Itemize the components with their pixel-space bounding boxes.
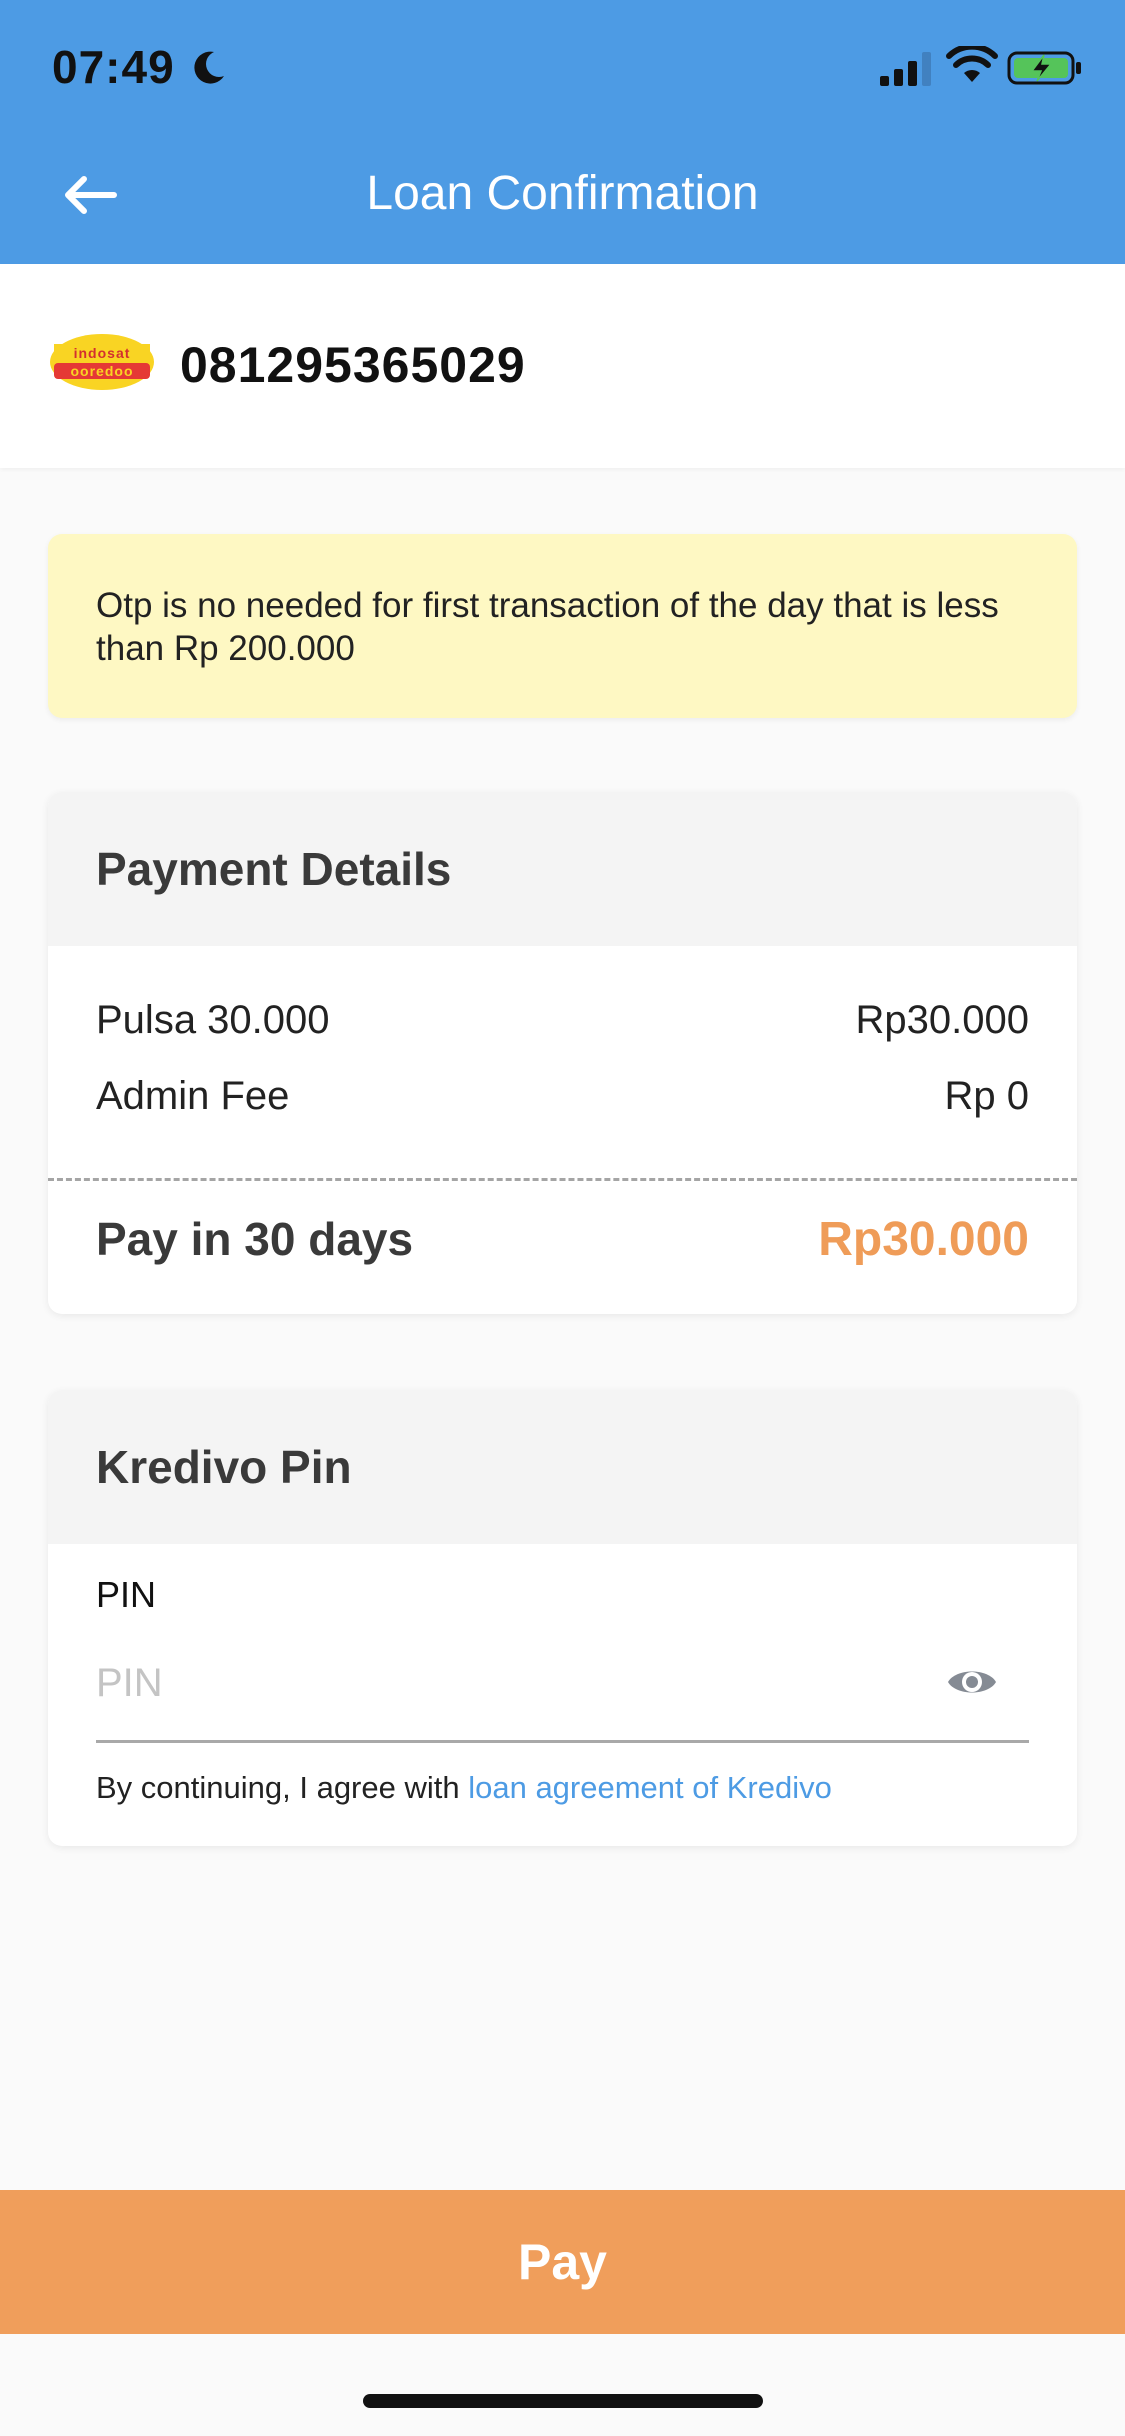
pay-button[interactable]: Pay — [0, 2190, 1125, 2334]
wifi-icon — [946, 46, 998, 82]
loan-agreement-link[interactable]: loan agreement of Kredivo — [468, 1770, 832, 1805]
agreement-prefix: By continuing, I agree with — [96, 1770, 469, 1805]
pin-input-underline — [96, 1740, 1029, 1743]
pin-label: PIN — [96, 1574, 157, 1615]
detail-label: Admin Fee — [96, 1074, 290, 1118]
page-title: Loan Confirmation — [366, 167, 759, 220]
svg-text:ooredoo: ooredoo — [71, 363, 134, 379]
app-header: 07:49 Loan Confirmation — [0, 0, 1125, 264]
dashed-divider — [48, 1178, 1077, 1181]
pin-input[interactable] — [96, 1648, 976, 1718]
operator-logo: indosat ooredoo — [50, 334, 154, 390]
moon-icon — [194, 51, 224, 84]
show-pin-button[interactable] — [944, 1654, 1000, 1710]
detail-value: Rp 0 — [944, 1074, 1030, 1118]
phone-number: 081295365029 — [180, 337, 526, 393]
total-label: Pay in 30 days — [96, 1213, 414, 1265]
kredivo-pin-card: Kredivo Pin PIN By continuing, I agree w… — [48, 1390, 1077, 1846]
payment-details-card: Payment Details Pulsa 30.000 Rp30.000 Ad… — [48, 792, 1077, 1314]
detail-row-admin-fee: Admin Fee Rp 0 — [96, 1074, 1029, 1119]
otp-notice: Otp is no needed for first transaction o… — [48, 534, 1077, 718]
detail-value: Rp30.000 — [855, 998, 1029, 1042]
detail-row-pulsa: Pulsa 30.000 Rp30.000 — [96, 998, 1029, 1043]
agreement-text: By continuing, I agree with loan agreeme… — [96, 1770, 832, 1806]
total-value: Rp30.000 — [818, 1213, 1029, 1266]
payment-details-title: Payment Details — [48, 792, 1077, 946]
battery-charging-icon — [1007, 51, 1081, 85]
detail-label: Pulsa 30.000 — [96, 998, 330, 1042]
status-time: 07:49 — [52, 41, 175, 93]
signal-icon — [880, 52, 931, 86]
kredivo-pin-title: Kredivo Pin — [48, 1390, 1077, 1544]
svg-text:indosat: indosat — [74, 345, 131, 361]
eye-icon — [948, 1671, 996, 1693]
account-row: indosat ooredoo 081295365029 — [0, 264, 1125, 468]
home-indicator — [363, 2394, 763, 2408]
